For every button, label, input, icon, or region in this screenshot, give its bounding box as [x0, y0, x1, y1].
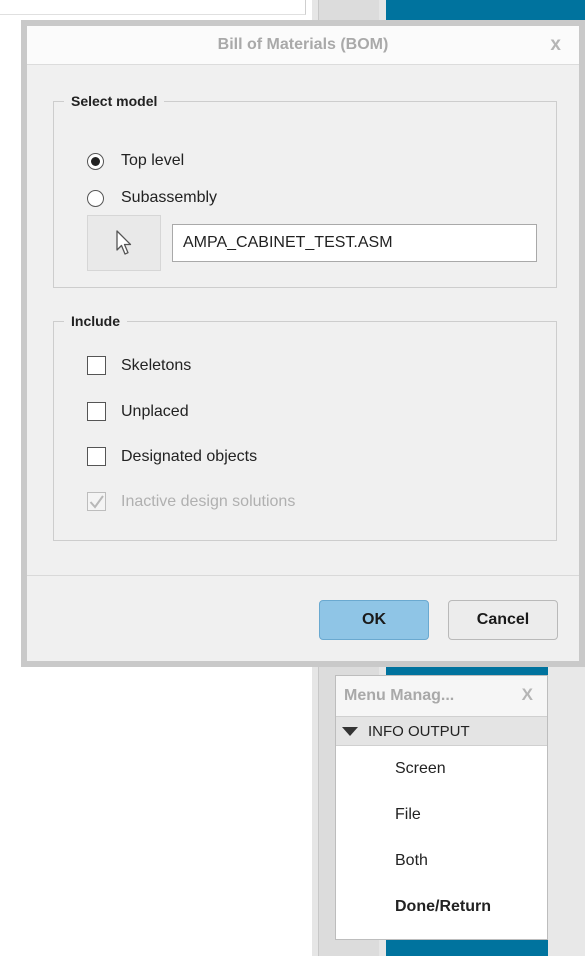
inactive-design-row: Inactive design solutions — [87, 492, 295, 511]
skeletons-label: Skeletons — [121, 356, 192, 374]
triangle-down-icon — [342, 726, 358, 736]
subassembly-label: Subassembly — [121, 189, 218, 206]
model-name-field[interactable]: AMPA_CABINET_TEST.ASM — [172, 224, 537, 262]
bom-dialog-body: Bill of Materials (BOM) x Select model T… — [27, 26, 579, 661]
include-group: Include Skeletons Unplaced Designated ob… — [53, 313, 557, 541]
menu-item-both[interactable]: Both — [336, 838, 547, 884]
select-model-legend: Select model — [64, 93, 165, 109]
top-level-radio[interactable] — [87, 152, 104, 170]
inactive-design-checkbox — [87, 492, 106, 511]
cancel-button[interactable]: Cancel — [448, 600, 558, 640]
unplaced-checkbox[interactable] — [87, 402, 106, 421]
menu-manager-titlebar[interactable]: Menu Manag... X — [336, 676, 547, 716]
unplaced-row[interactable]: Unplaced — [87, 402, 189, 421]
info-output-header[interactable]: INFO OUTPUT — [336, 716, 547, 746]
pick-model-button[interactable] — [87, 215, 161, 271]
designated-objects-checkbox[interactable] — [87, 447, 106, 466]
checkmark-icon — [89, 495, 104, 509]
menu-manager-title: Menu Manag... — [344, 687, 455, 704]
dialog-titlebar[interactable]: Bill of Materials (BOM) x — [27, 26, 579, 65]
skeletons-checkbox[interactable] — [87, 356, 106, 375]
menu-manager: Menu Manag... X INFO OUTPUT Screen File … — [335, 675, 548, 940]
close-icon[interactable]: x — [550, 34, 561, 56]
include-legend: Include — [64, 313, 128, 329]
skeletons-row[interactable]: Skeletons — [87, 356, 191, 375]
info-output-label: INFO OUTPUT — [368, 722, 470, 740]
top-level-radio-row[interactable]: Top level — [87, 152, 184, 170]
bom-dialog: Bill of Materials (BOM) x Select model T… — [21, 20, 585, 667]
background-strip — [548, 640, 585, 956]
close-icon[interactable]: X — [522, 685, 533, 705]
ok-button[interactable]: OK — [319, 600, 429, 640]
select-model-group: Select model Top level Subassembly AMPA_… — [53, 93, 557, 288]
designated-objects-row[interactable]: Designated objects — [87, 447, 257, 466]
inactive-design-label: Inactive design solutions — [121, 492, 296, 510]
cursor-arrow-icon — [116, 230, 132, 255]
menu-item-done-return[interactable]: Done/Return — [336, 884, 547, 930]
menu-item-screen[interactable]: Screen — [336, 746, 547, 792]
footer-divider — [27, 575, 579, 576]
subassembly-radio[interactable] — [87, 189, 104, 207]
menu-item-file[interactable]: File — [336, 792, 547, 838]
background-toolbar — [0, 0, 306, 15]
unplaced-label: Unplaced — [121, 402, 189, 420]
subassembly-radio-row[interactable]: Subassembly — [87, 189, 217, 207]
top-level-label: Top level — [121, 152, 185, 169]
designated-objects-label: Designated objects — [121, 447, 258, 465]
dialog-title: Bill of Materials (BOM) — [217, 36, 389, 53]
